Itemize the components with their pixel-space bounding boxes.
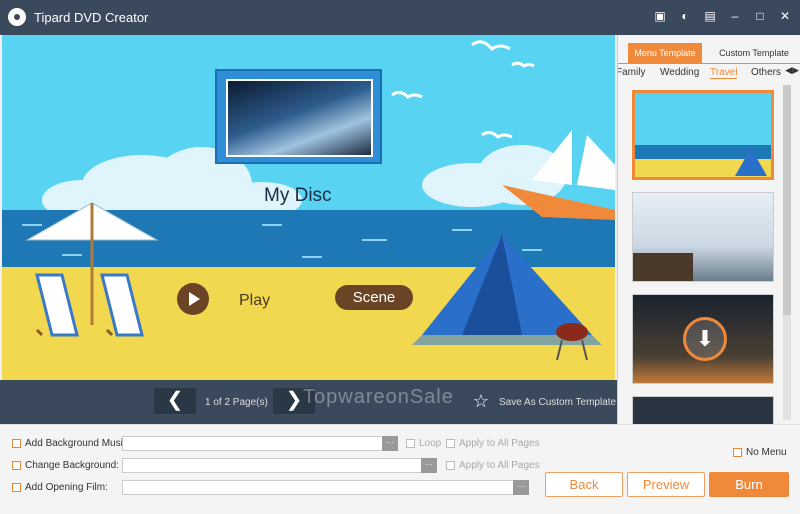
opening-film-checkbox[interactable]: [12, 483, 21, 492]
feedback-icon[interactable]: ▤: [703, 9, 717, 23]
bg-music-row: Add Background Music:: [12, 438, 131, 449]
change-bg-row: Change Background:: [12, 460, 119, 471]
loop-checkbox[interactable]: [406, 439, 415, 448]
close-icon[interactable]: ✕: [778, 9, 792, 23]
template-thumb-sunset[interactable]: ⬇: [632, 294, 774, 384]
star-icon[interactable]: ☆: [470, 390, 492, 412]
template-thumb-mountain[interactable]: [632, 192, 774, 282]
apply-all-music-checkbox[interactable]: [446, 439, 455, 448]
tab-custom-template[interactable]: Custom Template: [712, 43, 796, 63]
no-menu-row: No Menu: [733, 447, 787, 458]
bg-music-input[interactable]: ···: [122, 436, 398, 451]
category-wedding[interactable]: Wedding: [660, 67, 699, 78]
menu-preview: My Disc Play Scene: [2, 35, 615, 380]
opening-film-label: Add Opening Film:: [25, 482, 108, 493]
template-scrollbar[interactable]: [783, 85, 791, 420]
apply-all-music-row: Apply to All Pages: [446, 438, 540, 449]
change-bg-label: Change Background:: [25, 460, 119, 471]
preview-button[interactable]: Preview: [627, 472, 705, 497]
no-menu-checkbox[interactable]: [733, 448, 742, 457]
change-bg-checkbox[interactable]: [12, 461, 21, 470]
app-logo-icon: [8, 8, 26, 26]
apply-all-bg-row: Apply to All Pages: [446, 460, 540, 471]
apply-all-music-label: Apply to All Pages: [459, 438, 540, 449]
bg-music-browse-button[interactable]: ···: [382, 436, 398, 451]
disc-title[interactable]: My Disc: [264, 185, 332, 207]
category-travel[interactable]: Travel: [710, 67, 738, 79]
play-label[interactable]: Play: [239, 292, 270, 310]
back-button[interactable]: Back: [545, 472, 623, 497]
watermark: TopwareonSale: [303, 386, 454, 408]
opening-film-browse-button[interactable]: ···: [513, 480, 529, 495]
burn-button[interactable]: Burn: [709, 472, 789, 497]
minimize-icon[interactable]: –: [728, 9, 742, 23]
category-bar: Family Wedding Travel Others ◀▶: [618, 65, 800, 81]
save-custom-template-link[interactable]: Save As Custom Template: [499, 397, 616, 408]
change-bg-browse-button[interactable]: ···: [421, 458, 437, 473]
download-icon[interactable]: ⬇: [683, 317, 727, 361]
maximize-icon[interactable]: □: [753, 9, 767, 23]
category-others[interactable]: Others: [751, 67, 781, 78]
page-nav-bar: ❮ 1 of 2 Page(s) ❯ TopwareonSale ☆ Save …: [0, 380, 617, 424]
template-thumb-dark[interactable]: [632, 396, 774, 424]
app-title: Tipard DVD Creator: [34, 10, 149, 25]
template-thumb-beach[interactable]: [632, 90, 774, 180]
category-family[interactable]: Family: [618, 67, 645, 78]
bg-music-checkbox[interactable]: [12, 439, 21, 448]
save-icon[interactable]: ▣: [653, 9, 667, 23]
disc-thumbnail-image: [226, 79, 373, 157]
loop-row: Loop: [406, 438, 441, 449]
change-bg-input[interactable]: ···: [122, 458, 437, 473]
category-scroll-arrows-icon[interactable]: ◀▶: [785, 65, 799, 76]
page-count: 1 of 2 Page(s): [205, 397, 268, 408]
title-bar: Tipard DVD Creator ▣ ◐ ▤ – □ ✕: [0, 0, 800, 35]
scene-button[interactable]: Scene: [335, 285, 413, 310]
play-icon[interactable]: [177, 283, 209, 315]
disc-thumbnail-frame[interactable]: [215, 69, 382, 164]
apply-all-bg-label: Apply to All Pages: [459, 460, 540, 471]
opening-film-row: Add Opening Film:: [12, 482, 108, 493]
apply-all-bg-checkbox[interactable]: [446, 461, 455, 470]
opening-film-input[interactable]: ···: [122, 480, 529, 495]
tab-menu-template[interactable]: Menu Template: [628, 43, 702, 63]
no-menu-label: No Menu: [746, 447, 787, 458]
prev-page-button[interactable]: ❮: [154, 388, 196, 414]
loop-label: Loop: [419, 438, 442, 449]
tab-underline: [618, 63, 800, 64]
bg-music-label: Add Background Music:: [25, 438, 131, 449]
template-panel: Menu Template Custom Template Family Wed…: [617, 35, 800, 424]
chat-icon[interactable]: ◐: [678, 9, 692, 23]
